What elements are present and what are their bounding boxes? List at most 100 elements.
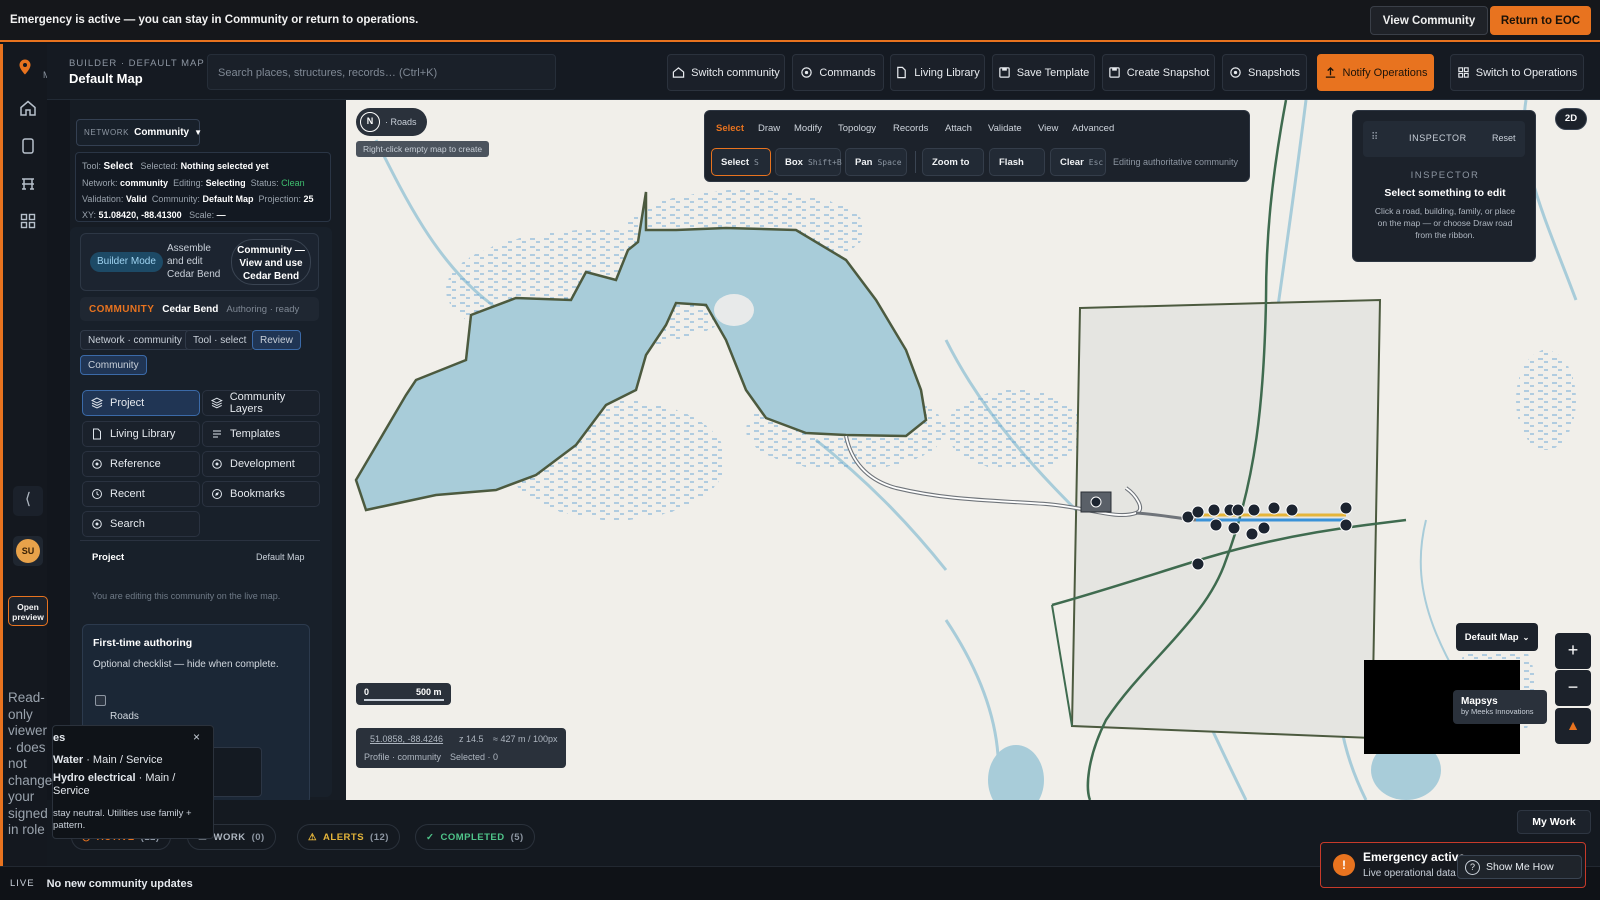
chip-review[interactable]: Review	[252, 330, 301, 350]
live-badge: LIVE	[10, 878, 35, 889]
nav-development[interactable]: Development	[202, 451, 320, 477]
emergency-toast[interactable]: ! Emergency active Live operational data…	[1320, 842, 1586, 888]
compass-icon	[212, 489, 222, 499]
home-icon[interactable]	[19, 99, 37, 117]
show-me-how-label: Show Me How	[1486, 861, 1554, 873]
nav-living-library[interactable]: Living Library	[82, 421, 200, 447]
tab-completed-count: (5)	[510, 831, 524, 843]
grid-icon[interactable]	[19, 212, 37, 230]
snapshots-button[interactable]: Snapshots	[1222, 54, 1307, 91]
roads-checkbox[interactable]	[95, 695, 106, 706]
tab-modify[interactable]: Modify	[794, 123, 822, 134]
document-icon	[897, 66, 907, 79]
nav-reference[interactable]: Reference	[82, 451, 200, 477]
chip-tool[interactable]: Tool · select	[185, 330, 255, 350]
nav-recent-label: Recent	[110, 488, 145, 500]
network-select-label: NETWORK	[84, 128, 130, 137]
avatar[interactable]: SU	[16, 539, 40, 563]
show-me-how-button[interactable]: ? Show Me How	[1457, 855, 1582, 879]
status-block: Tool: Select Selected: Nothing selected …	[75, 152, 331, 222]
tab-view[interactable]: View	[1038, 123, 1058, 134]
commands-button[interactable]: Commands	[792, 54, 884, 91]
shortcut-key: Shift+B	[807, 157, 842, 167]
nav-recent[interactable]: Recent	[82, 481, 200, 507]
notify-operations-label: Notify Operations	[1342, 66, 1428, 79]
network-icon[interactable]	[19, 175, 37, 193]
living-library-button[interactable]: Living Library	[890, 54, 985, 91]
save-template-button[interactable]: Save Template	[992, 54, 1095, 91]
legend-water-type: · Main / Service	[83, 754, 163, 766]
basemap-select[interactable]: Default Map ⌄	[1456, 623, 1538, 651]
authoring-title: First-time authoring	[93, 637, 193, 649]
active-layer-label: · Roads	[385, 117, 417, 127]
network-select-value: Community	[134, 127, 190, 138]
tab-select[interactable]: Select	[716, 123, 744, 134]
select-tool-label: Select	[721, 156, 749, 168]
switch-community-button[interactable]: Switch community	[667, 54, 785, 91]
pan-tool-button[interactable]: Pan Space	[845, 148, 907, 176]
nav-project[interactable]: Project	[82, 390, 200, 416]
zoom-to-button[interactable]: Zoom to	[922, 148, 984, 176]
status-value: Selecting	[205, 178, 246, 188]
tab-advanced[interactable]: Advanced	[1072, 123, 1114, 134]
my-work-button[interactable]: My Work	[1517, 810, 1591, 834]
drag-handle-icon[interactable]: ⠿	[1371, 132, 1379, 143]
tab-attach[interactable]: Attach	[945, 123, 972, 134]
tab-records[interactable]: Records	[893, 123, 928, 134]
tab-completed[interactable]: ✓ COMPLETED (5)	[415, 824, 535, 850]
return-to-eoc-button[interactable]: Return to EOC	[1490, 6, 1591, 35]
network-select[interactable]: NETWORK Community ▼	[76, 119, 202, 146]
collapse-rail-button[interactable]: ⟨	[13, 486, 43, 516]
structure-node[interactable]	[1090, 496, 1102, 508]
inspector-heading: Select something to edit	[1384, 187, 1506, 199]
resolution-readout: ≈ 427 m / 100px	[493, 734, 558, 744]
nav-templates[interactable]: Templates	[202, 421, 320, 447]
chip-network[interactable]: Network · community	[80, 330, 190, 350]
check-circle-icon: ✓	[426, 831, 435, 843]
open-preview-button[interactable]: Open preview	[8, 596, 48, 626]
nav-reference-label: Reference	[110, 458, 161, 470]
template-icon	[213, 430, 221, 438]
community-mode-button[interactable]: Community — View and use Cedar Bend	[231, 239, 311, 285]
status-value: Clean	[281, 178, 305, 188]
pan-tool-label: Pan	[855, 156, 873, 168]
select-tool-button[interactable]: Select S	[711, 148, 771, 176]
create-snapshot-label: Create Snapshot	[1126, 66, 1210, 79]
zoom-in-button[interactable]: +	[1555, 633, 1591, 669]
tab-validate[interactable]: Validate	[988, 123, 1022, 134]
nav-living-library-label: Living Library	[110, 428, 176, 440]
grid-icon	[1458, 67, 1469, 78]
switch-to-operations-button[interactable]: Switch to Operations	[1450, 54, 1584, 91]
builder-mode-badge[interactable]: Builder Mode	[90, 252, 163, 272]
target-icon	[92, 459, 102, 469]
inspector-reset-button[interactable]: Reset	[1492, 133, 1516, 143]
notify-operations-button[interactable]: Notify Operations	[1317, 54, 1434, 91]
layer-indicator[interactable]: N · Roads	[356, 108, 427, 136]
close-icon[interactable]: ×	[193, 730, 200, 744]
tab-topology[interactable]: Topology	[838, 123, 876, 134]
location-pin-icon[interactable]	[16, 58, 34, 76]
device-icon[interactable]	[19, 137, 37, 155]
road-segment[interactable]	[1051, 604, 1073, 727]
box-tool-button[interactable]: Box Shift+B	[775, 148, 842, 176]
nav-search[interactable]: Search	[82, 511, 200, 537]
nav-bookmarks[interactable]: Bookmarks	[202, 481, 320, 507]
flash-button[interactable]: Flash	[989, 148, 1045, 176]
tab-alerts[interactable]: ⚠ ALERTS (12)	[297, 824, 400, 850]
create-snapshot-button[interactable]: Create Snapshot	[1102, 54, 1215, 91]
search-input[interactable]: Search places, structures, records… (Ctr…	[207, 54, 556, 90]
zoom-out-button[interactable]: −	[1555, 670, 1591, 706]
clear-button[interactable]: Clear Esc	[1050, 148, 1106, 176]
status-key: XY:	[82, 210, 97, 220]
chip-community[interactable]: Community	[80, 355, 147, 375]
inspector-title: INSPECTOR	[1409, 133, 1467, 143]
tab-alerts-label: ALERTS	[323, 831, 365, 843]
north-arrow-icon[interactable]: N	[360, 112, 380, 132]
nav-community-layers[interactable]: Community Layers	[202, 390, 320, 416]
coords-readout[interactable]: 51.0858, -88.4246	[370, 734, 443, 744]
tab-draw[interactable]: Draw	[758, 123, 780, 134]
view-community-button[interactable]: View Community	[1370, 6, 1488, 35]
status-value: Nothing selected yet	[180, 161, 269, 171]
view-mode-toggle[interactable]: 2D	[1555, 108, 1587, 130]
reset-north-icon[interactable]: ▲	[1555, 708, 1591, 744]
